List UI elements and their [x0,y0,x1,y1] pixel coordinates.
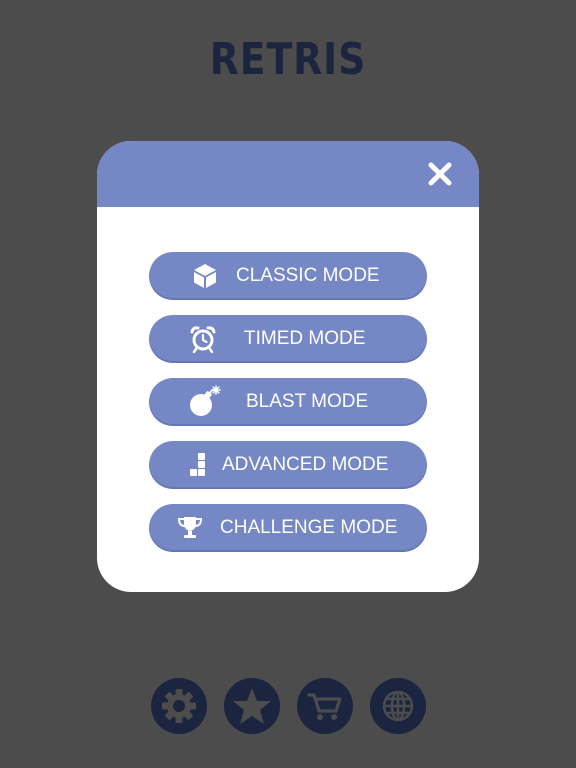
globe-icon [382,690,414,722]
timed-mode-button[interactable]: TIMED MODE [149,315,427,363]
advanced-mode-label: ADVANCED MODE [222,454,389,475]
alarm-clock-icon [189,325,217,353]
star-icon [233,688,271,724]
mode-list: CLASSIC MODE TIMED MODE BLAST MODE ADVAN… [149,252,427,567]
cube-icon [191,262,219,290]
bottom-menu [151,678,431,734]
blast-mode-label: BLAST MODE [246,391,369,412]
close-icon [428,162,452,186]
settings-button[interactable] [151,678,207,734]
language-button[interactable] [370,678,426,734]
blast-mode-button[interactable]: BLAST MODE [149,378,427,426]
trophy-icon [176,514,204,542]
gear-icon [162,689,196,723]
timed-mode-label: TIMED MODE [244,328,366,349]
challenge-mode-button[interactable]: CHALLENGE MODE [149,504,427,552]
blocks-icon [184,451,212,479]
challenge-mode-label: CHALLENGE MODE [220,517,398,538]
dialog-header [97,141,479,207]
favorites-button[interactable] [224,678,280,734]
classic-mode-label: CLASSIC MODE [236,265,380,286]
advanced-mode-button[interactable]: ADVANCED MODE [149,441,427,489]
mode-select-dialog: CLASSIC MODE TIMED MODE BLAST MODE ADVAN… [97,141,479,592]
shop-button[interactable] [297,678,353,734]
cart-icon [307,693,342,720]
bomb-icon [187,385,221,419]
classic-mode-button[interactable]: CLASSIC MODE [149,252,427,300]
close-button[interactable] [425,159,455,189]
game-title: RETRIS [209,34,367,85]
